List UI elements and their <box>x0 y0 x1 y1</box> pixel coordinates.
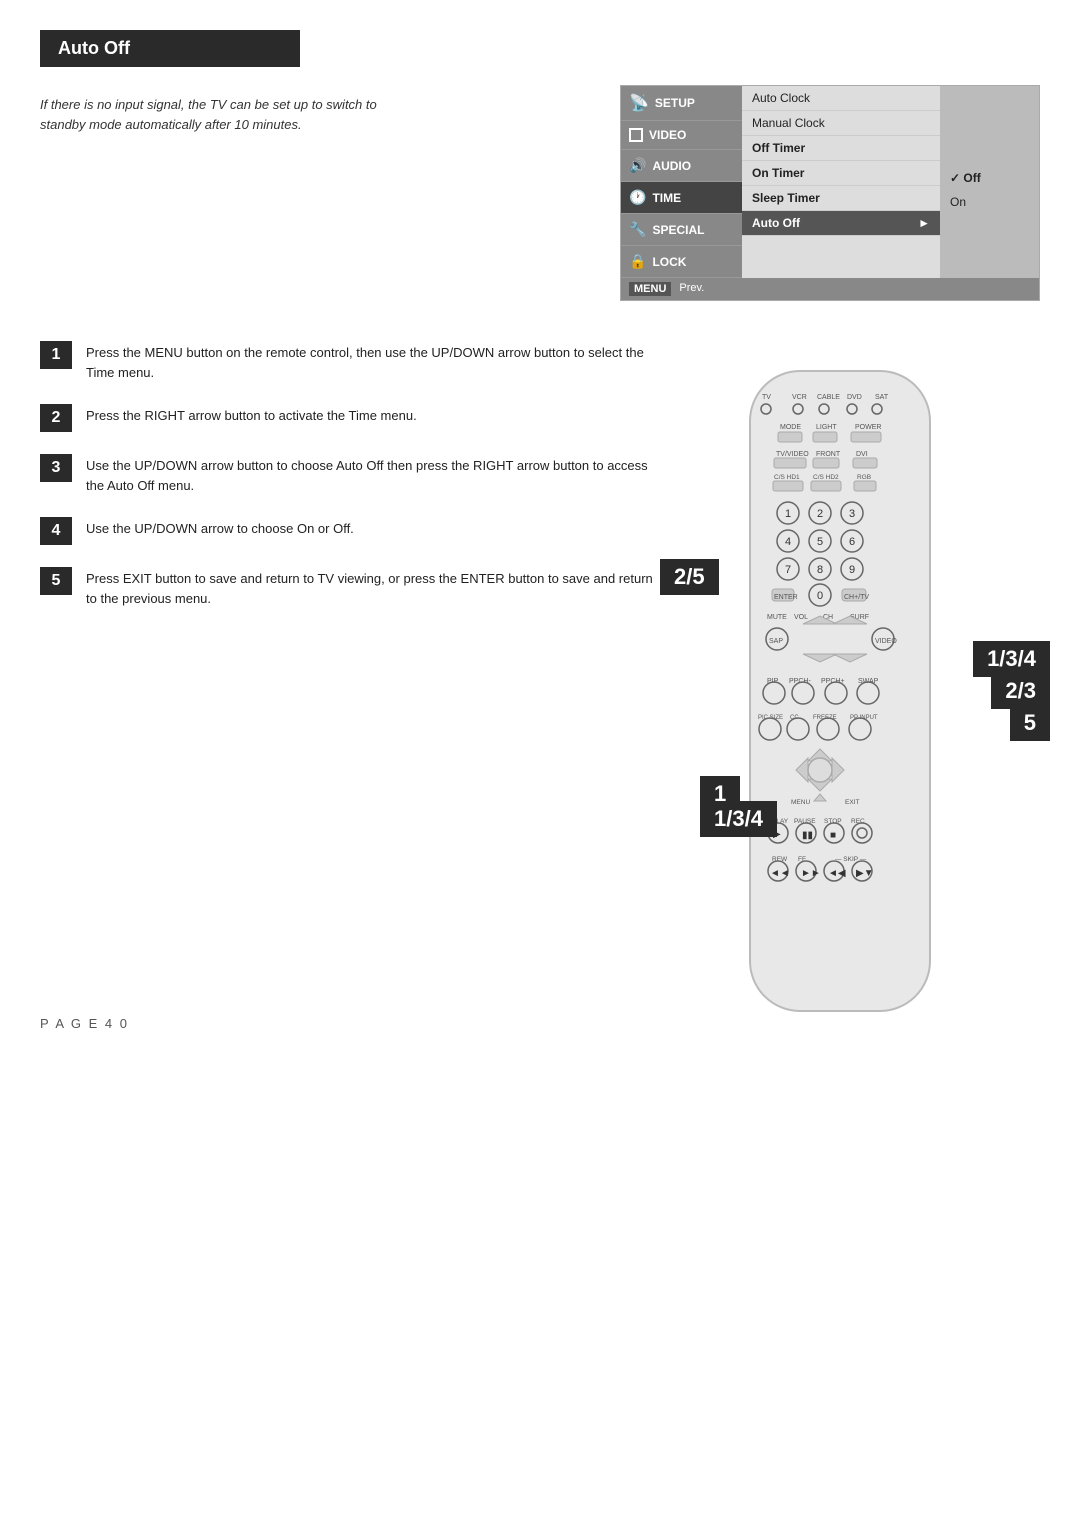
menu-setup-label: SETUP <box>655 96 695 110</box>
svg-text:◄◀: ◄◀ <box>828 868 846 879</box>
menu-item-audio: 🔊 AUDIO <box>621 150 742 182</box>
menu-item-setup: 📡 SETUP <box>621 86 742 121</box>
svg-text:LIGHT: LIGHT <box>816 424 837 431</box>
svg-text:0: 0 <box>817 590 823 602</box>
menu-key-menu: MENU <box>629 282 671 296</box>
svg-text:ENTER: ENTER <box>774 594 798 601</box>
menu-audio-label: AUDIO <box>652 159 691 173</box>
svg-text:▶▼: ▶▼ <box>856 868 874 879</box>
menu-sub-on: On <box>940 190 1039 214</box>
svg-text:RGB: RGB <box>857 474 871 481</box>
svg-text:FRONT: FRONT <box>816 451 841 458</box>
menu-screenshot: 📡 SETUP VIDEO 🔊 AUDIO <box>620 85 1040 301</box>
svg-text:POWER: POWER <box>855 424 881 431</box>
svg-text:1: 1 <box>785 508 791 520</box>
remote-diagram: 2/5 1 1/3/4 1/3/4 2/3 5 TV VCR CABLE DVD… <box>680 341 1040 1021</box>
menu-time-label: TIME <box>652 191 681 205</box>
svg-text:MODE: MODE <box>780 424 801 431</box>
menu-item-time: 🕐 TIME <box>621 182 742 214</box>
step-5: 5 Press EXIT button to save and return t… <box>40 567 660 608</box>
step-label-5: 5 <box>1010 705 1050 741</box>
svg-text:7: 7 <box>785 564 791 576</box>
menu-special-label: SPECIAL <box>652 223 704 237</box>
menu-item-special: 🔧 SPECIAL <box>621 214 742 246</box>
step-text-3: Use the UP/DOWN arrow button to choose A… <box>86 454 660 495</box>
svg-text:6: 6 <box>849 536 855 548</box>
menu-right-ontimer: On Timer <box>742 161 940 186</box>
step-3: 3 Use the UP/DOWN arrow button to choose… <box>40 454 660 495</box>
step-num-4: 4 <box>40 517 72 545</box>
menu-right-autooff: Auto Off ► <box>742 211 940 236</box>
svg-text:DVD: DVD <box>847 394 862 401</box>
step-text-4: Use the UP/DOWN arrow to choose On or Of… <box>86 517 354 539</box>
svg-text:SAT: SAT <box>875 394 889 401</box>
menu-right-sleeptimer: Sleep Timer <box>742 186 940 211</box>
steps-list: 1 Press the MENU button on the remote co… <box>40 341 680 1021</box>
menu-prev-label: Prev. <box>679 282 704 296</box>
svg-text:SAP: SAP <box>769 638 783 645</box>
svg-text:5: 5 <box>817 536 823 548</box>
svg-text:8: 8 <box>817 564 823 576</box>
svg-text:C/S HD1: C/S HD1 <box>774 474 800 481</box>
step-text-1: Press the MENU button on the remote cont… <box>86 341 660 382</box>
menu-lock-label: LOCK <box>652 255 686 269</box>
page-number: P A G E 4 0 <box>40 1016 129 1031</box>
intro-text: If there is no input signal, the TV can … <box>40 95 380 134</box>
step-label-134: 1/3/4 <box>973 641 1050 677</box>
step-label-23: 2/3 <box>991 673 1050 709</box>
menu-right-autoclock: Auto Clock <box>742 86 940 111</box>
svg-text:TV/VIDEO: TV/VIDEO <box>776 451 809 458</box>
svg-text:◄◄: ◄◄ <box>770 868 790 879</box>
menu-item-video: VIDEO <box>621 121 742 150</box>
svg-text:MENU: MENU <box>791 799 810 806</box>
svg-text:▮▮: ▮▮ <box>802 830 813 841</box>
svg-text:VCR: VCR <box>792 394 807 401</box>
menu-video-label: VIDEO <box>649 128 686 142</box>
menu-right-offtimer: Off Timer <box>742 136 940 161</box>
svg-text:►►: ►► <box>801 868 821 879</box>
step-num-2: 2 <box>40 404 72 432</box>
step-label-134b: 1/3/4 <box>700 801 777 837</box>
svg-text:4: 4 <box>785 536 791 548</box>
step-num-1: 1 <box>40 341 72 369</box>
svg-text:TV: TV <box>762 394 771 401</box>
step-4: 4 Use the UP/DOWN arrow to choose On or … <box>40 517 660 545</box>
svg-text:CH+/TV: CH+/TV <box>844 594 869 601</box>
step-num-5: 5 <box>40 567 72 595</box>
svg-text:2: 2 <box>817 508 823 520</box>
svg-text:■: ■ <box>830 830 836 841</box>
svg-text:DVI: DVI <box>856 451 868 458</box>
step-label-25: 2/5 <box>660 559 719 595</box>
svg-text:9: 9 <box>849 564 855 576</box>
svg-text:VOL: VOL <box>794 614 808 621</box>
menu-item-lock: 🔒 LOCK <box>621 246 742 278</box>
step-text-5: Press EXIT button to save and return to … <box>86 567 660 608</box>
svg-text:EXIT: EXIT <box>845 799 859 806</box>
svg-text:VIDEO: VIDEO <box>875 638 897 645</box>
svg-text:CABLE: CABLE <box>817 394 840 401</box>
menu-sub-off: ✓ Off <box>940 86 1039 190</box>
svg-text:PAUSE: PAUSE <box>794 818 816 825</box>
menu-right-manualclock: Manual Clock <box>742 111 940 136</box>
step-2: 2 Press the RIGHT arrow button to activa… <box>40 404 660 432</box>
step-text-2: Press the RIGHT arrow button to activate… <box>86 404 417 426</box>
page-title: Auto Off <box>40 30 300 67</box>
menu-bottom-bar: MENU Prev. <box>621 278 1039 300</box>
step-num-3: 3 <box>40 454 72 482</box>
svg-text:MUTE: MUTE <box>767 614 787 621</box>
step-1: 1 Press the MENU button on the remote co… <box>40 341 660 382</box>
remote-image: TV VCR CABLE DVD SAT MODE LIGHT POWER <box>720 361 960 1021</box>
svg-text:3: 3 <box>849 508 855 520</box>
svg-text:C/S HD2: C/S HD2 <box>813 474 839 481</box>
